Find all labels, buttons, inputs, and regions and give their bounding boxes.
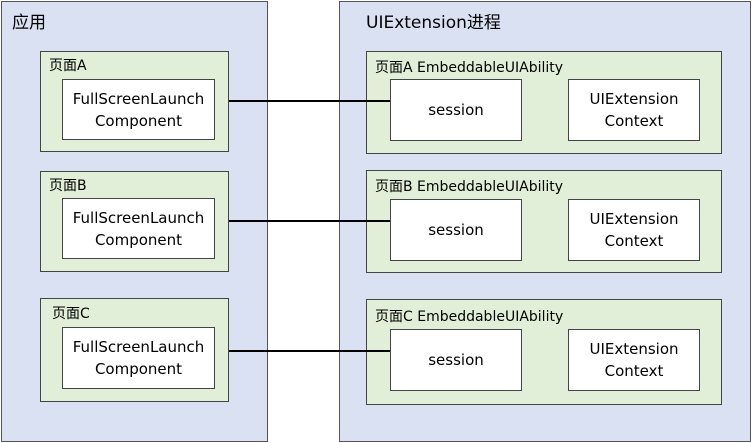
uiextension-context-box-b: UIExtension Context: [568, 199, 700, 261]
uiextension-context-box-c: UIExtension Context: [568, 329, 700, 391]
embeddable-ui-ability-c-title: 页面C EmbeddableUIAbility: [375, 309, 564, 325]
uiextension-process-title: UIExtension进程: [366, 13, 501, 33]
connector-line-b: [229, 220, 390, 222]
uiextension-context-box-a: UIExtension Context: [568, 79, 700, 141]
app-page-c-title: 页面C: [52, 306, 90, 322]
connector-line-a: [229, 100, 390, 102]
session-box-c: session: [390, 329, 522, 391]
app-page-a-title: 页面A: [49, 58, 87, 74]
app-title: 应用: [12, 13, 46, 33]
fullscreen-launch-component-b: FullScreenLaunch Component: [62, 198, 215, 259]
session-box-b: session: [390, 199, 522, 261]
connector-line-c: [229, 350, 390, 352]
fullscreen-launch-component-a: FullScreenLaunch Component: [62, 79, 215, 140]
app-page-b-title: 页面B: [49, 178, 87, 194]
session-box-a: session: [390, 79, 522, 141]
embeddable-ui-ability-a-title: 页面A EmbeddableUIAbility: [375, 60, 564, 76]
embeddable-ui-ability-b-title: 页面B EmbeddableUIAbility: [375, 179, 564, 195]
fullscreen-launch-component-c: FullScreenLaunch Component: [62, 327, 215, 389]
